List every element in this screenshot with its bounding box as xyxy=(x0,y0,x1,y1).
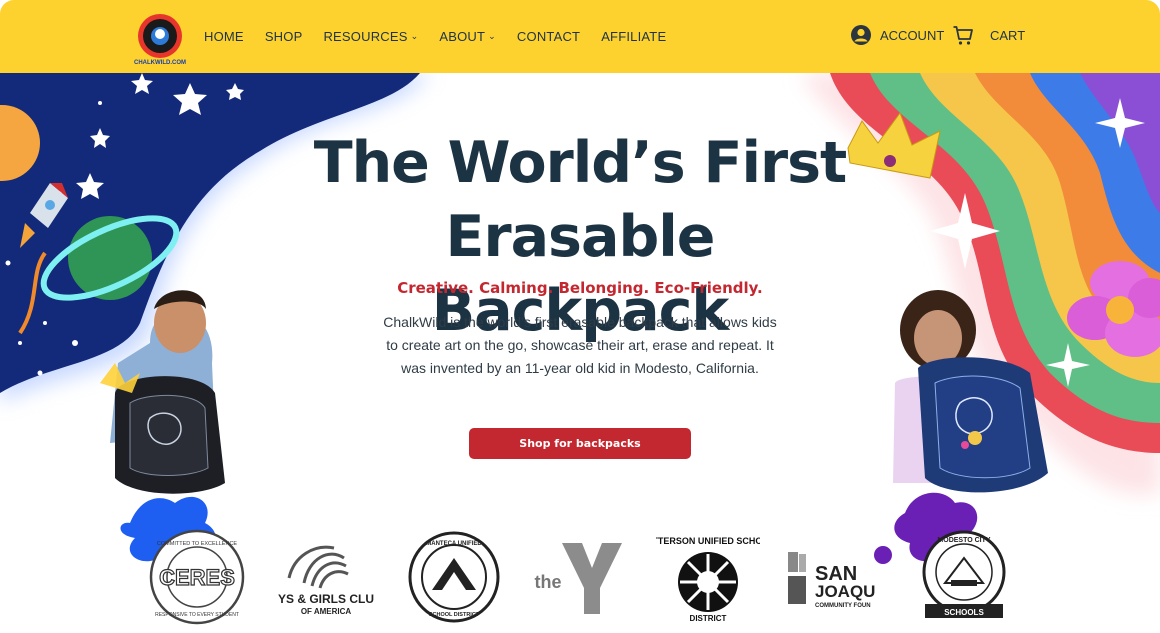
chalkwild-logo[interactable]: CHALKWILD.COM xyxy=(131,12,189,66)
nav-contact[interactable]: CONTACT xyxy=(517,29,580,44)
manteca-line2: SCHOOL DISTRICT xyxy=(429,612,480,618)
account-icon xyxy=(851,25,871,45)
ceres-line2: RESPONSIVE TO EVERY STUDENT xyxy=(155,612,239,618)
boys-girls-club-logo: YS & GIRLS CLU OF AMERICA xyxy=(278,545,374,616)
san-joaquin-logo: SAN JOAQU COMMUNITY FOUN xyxy=(788,552,875,609)
nav-home[interactable]: HOME xyxy=(204,29,244,44)
chevron-down-icon: ⌄ xyxy=(488,31,496,41)
ceres-name: CERES xyxy=(159,565,235,590)
nav-affiliate[interactable]: AFFILIATE xyxy=(601,29,666,44)
nav-about[interactable]: ABOUT ⌄ xyxy=(439,29,496,44)
ymca-logo: the YMCA xyxy=(535,543,622,614)
nav-resources[interactable]: RESOURCES ⌄ xyxy=(323,29,418,44)
cart-link[interactable]: CART xyxy=(952,24,1025,46)
logo-text: CHALKWILD.COM xyxy=(134,60,186,66)
modesto-city-schools-logo: MODESTO CITY SCHOOLS xyxy=(922,530,1006,618)
main-nav: HOME SHOP RESOURCES ⌄ ABOUT ⌄ CONTACT AFFI… xyxy=(204,0,687,73)
nav-affiliate-label: AFFILIATE xyxy=(601,29,667,44)
sjcf-line1: JOAQU xyxy=(815,582,875,601)
shop-for-backpacks-button[interactable]: Shop for backpacks xyxy=(469,428,691,459)
manteca-unified-logo: MANTECA UNIFIED SCHOOL DISTRICT xyxy=(408,531,500,623)
nav-shop-label: SHOP xyxy=(264,29,303,44)
patterson-name: PATTERSON UNIFIED SCHOOL xyxy=(656,536,760,546)
ceres-line1: COMMITTED TO EXCELLENCE xyxy=(157,541,238,547)
ymca-label: YMCA xyxy=(605,577,620,599)
cart-label: CART xyxy=(990,27,1026,43)
nav-about-label: ABOUT xyxy=(439,29,486,44)
bgc-name: YS & GIRLS CLU xyxy=(278,592,374,606)
nav-home-label: HOME xyxy=(204,29,244,44)
hero-tagline: Creative. Calming. Belonging. Eco-Friend… xyxy=(397,279,763,297)
hero-title-line1: The World’s First xyxy=(313,130,848,196)
sjcf-line2: COMMUNITY FOUN xyxy=(815,603,871,609)
site-header: CHALKWILD.COM HOME SHOP RESOURCES ⌄ ABOUT… xyxy=(0,0,1160,73)
account-link[interactable]: ACCOUNT xyxy=(850,24,944,46)
hero-description: ChalkWild is the world’s first erasable … xyxy=(383,314,777,376)
nav-shop[interactable]: SHOP xyxy=(265,29,303,44)
patterson-line2: DISTRICT xyxy=(690,614,727,623)
ymca-the: the xyxy=(535,572,562,592)
account-label: ACCOUNT xyxy=(880,27,945,43)
bgc-line2: OF AMERICA xyxy=(301,607,352,616)
ceres-logo: CERES COMMITTED TO EXCELLENCE RESPONSIVE… xyxy=(149,529,245,625)
cart-icon xyxy=(953,26,973,45)
modesto-line2: SCHOOLS xyxy=(944,608,984,617)
modesto-name: MODESTO CITY xyxy=(937,537,990,544)
patterson-unified-logo: PATTERSON UNIFIED SCHOOL DISTRICT xyxy=(656,536,760,623)
nav-contact-label: CONTACT xyxy=(516,29,581,44)
nav-resources-label: RESOURCES xyxy=(323,29,408,44)
chevron-down-icon: ⌄ xyxy=(410,31,419,41)
manteca-name: MANTECA UNIFIED xyxy=(426,541,482,547)
